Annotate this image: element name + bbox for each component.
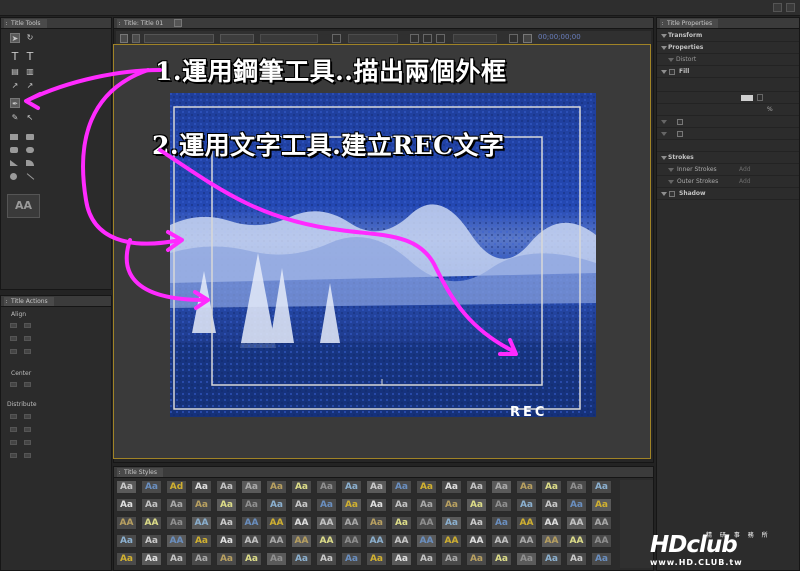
arrow-to-inner-frame [124,238,207,302]
watermark-url: www.HD.CLUB.tw [650,558,743,567]
arrow-to-rec-text [158,148,517,354]
arrow-to-outer-frame [81,68,182,246]
watermark-title: HDclub [650,532,738,558]
hdclub-watermark-logo: 精 研 事 務 所 HDclub www.HD.CLUB.tw [648,528,800,571]
annotation-arrows [24,68,518,356]
